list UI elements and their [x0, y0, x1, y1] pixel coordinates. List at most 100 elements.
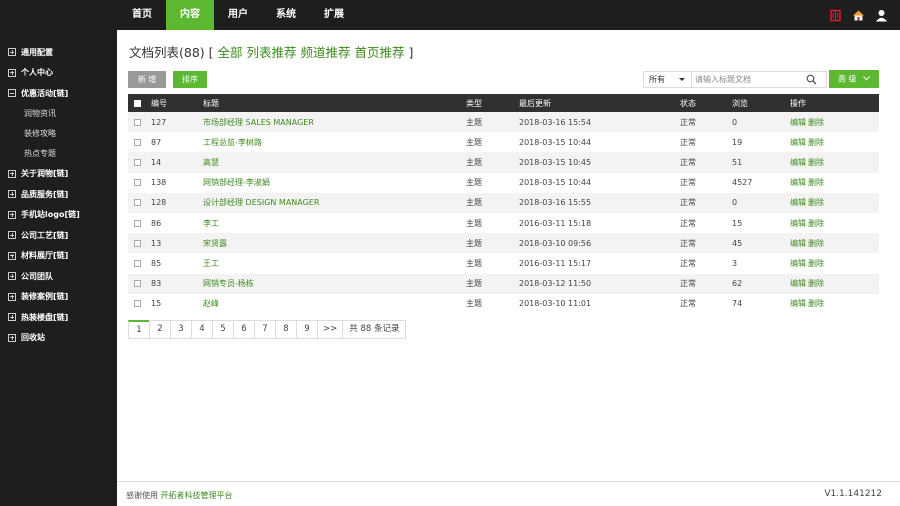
row-checkbox[interactable]: [134, 158, 141, 166]
column-header-title[interactable]: 标题: [203, 94, 466, 112]
row-checkbox[interactable]: [134, 138, 141, 146]
footer-credit-link[interactable]: 开拓者科技管理平台: [161, 491, 233, 500]
edit-link[interactable]: 编辑: [790, 239, 806, 248]
row-title-link[interactable]: 王工: [203, 259, 219, 268]
type-filter-select[interactable]: 所有: [643, 71, 691, 88]
row-views: 4527: [732, 172, 790, 193]
delete-link[interactable]: 删除: [808, 299, 824, 308]
column-header-type[interactable]: 类型: [466, 94, 519, 112]
nav-tab-2[interactable]: 用户: [214, 0, 262, 30]
delete-link[interactable]: 删除: [808, 158, 824, 167]
select-all-checkbox[interactable]: [134, 99, 141, 107]
delete-link[interactable]: 删除: [808, 198, 824, 207]
edit-link[interactable]: 编辑: [790, 198, 806, 207]
column-header-status[interactable]: 状态: [680, 94, 732, 112]
delete-link[interactable]: 删除: [808, 279, 824, 288]
edit-link[interactable]: 编辑: [790, 138, 806, 147]
delete-link[interactable]: 删除: [808, 239, 824, 248]
row-checkbox[interactable]: [134, 300, 141, 308]
sidebar-item-2[interactable]: 优惠活动[链]: [0, 83, 117, 104]
column-header-views[interactable]: 浏览: [732, 94, 790, 112]
row-title-link[interactable]: 赵峰: [203, 299, 219, 308]
sidebar-subitem-2-1[interactable]: 装修攻略: [0, 124, 117, 144]
footer: 感谢使用 开拓者科技管理平台 V1.1.141212: [117, 481, 900, 506]
sidebar-item-7[interactable]: 材料展厅[链]: [0, 246, 117, 267]
page-button-2[interactable]: 2: [149, 320, 171, 339]
delete-link[interactable]: 删除: [808, 138, 824, 147]
user-icon[interactable]: [875, 9, 888, 22]
nav-tab-3[interactable]: 系统: [262, 0, 310, 30]
row-title-link[interactable]: 网销部经理-李淑娟: [203, 178, 270, 187]
sidebar-subitem-2-0[interactable]: 润物资讯: [0, 104, 117, 124]
page-button-1[interactable]: 1: [128, 320, 150, 339]
advanced-search-button[interactable]: 高 级: [829, 70, 879, 88]
sidebar-item-11[interactable]: 回收站: [0, 328, 117, 349]
sidebar-subitem-2-2[interactable]: 热点专题: [0, 144, 117, 164]
delete-link[interactable]: 删除: [808, 118, 824, 127]
edit-link[interactable]: 编辑: [790, 178, 806, 187]
row-checkbox[interactable]: [134, 179, 141, 187]
filter-link-home-recommend[interactable]: 首页推荐: [355, 45, 405, 60]
search-icon[interactable]: [806, 74, 817, 85]
edit-link[interactable]: 编辑: [790, 279, 806, 288]
sidebar-item-9[interactable]: 装修案例[链]: [0, 287, 117, 308]
book-icon[interactable]: [829, 9, 842, 22]
row-checkbox[interactable]: [134, 219, 141, 227]
filter-link-list-recommend[interactable]: 列表推荐: [247, 45, 297, 60]
table-row: 87 工程总监-李树路 主题 2018-03-15 10:44 正常 19 编辑 删除: [128, 132, 879, 153]
edit-link[interactable]: 编辑: [790, 118, 806, 127]
row-checkbox[interactable]: [134, 199, 141, 207]
page-button-4[interactable]: 4: [191, 320, 213, 339]
row-updated: 2018-03-12 11:50: [519, 273, 680, 294]
row-title-link[interactable]: 设计部经理 DESIGN MANAGER: [203, 198, 319, 207]
row-title-link[interactable]: 工程总监-李树路: [203, 138, 262, 147]
edit-link[interactable]: 编辑: [790, 158, 806, 167]
sidebar-item-8[interactable]: 公司团队: [0, 266, 117, 287]
nav-tab-0[interactable]: 首页: [118, 0, 166, 30]
page-button-6[interactable]: 6: [233, 320, 255, 339]
sidebar-item-label: 通用配置: [21, 47, 53, 57]
row-title-link[interactable]: 宋贤露: [203, 239, 227, 248]
row-checkbox[interactable]: [134, 259, 141, 267]
sidebar-item-0[interactable]: 通用配置: [0, 42, 117, 63]
delete-link[interactable]: 删除: [808, 178, 824, 187]
row-type: 主题: [466, 112, 519, 133]
add-button[interactable]: 新 增: [128, 71, 166, 88]
filter-link-channel-recommend[interactable]: 频道推荐: [301, 45, 351, 60]
row-checkbox[interactable]: [134, 118, 141, 126]
row-actions: 编辑 删除: [790, 152, 879, 173]
page-button-9[interactable]: 9: [296, 320, 318, 339]
edit-link[interactable]: 编辑: [790, 259, 806, 268]
sidebar-item-4[interactable]: 品质服务[链]: [0, 184, 117, 205]
page-button-3[interactable]: 3: [170, 320, 192, 339]
page-button-7[interactable]: 7: [254, 320, 276, 339]
delete-link[interactable]: 删除: [808, 259, 824, 268]
sidebar-item-3[interactable]: 关于润物[链]: [0, 164, 117, 185]
top-icons: [829, 0, 888, 30]
column-header-updated[interactable]: 最后更新: [519, 94, 680, 112]
row-title-link[interactable]: 市场部经理 SALES MANAGER: [203, 118, 314, 127]
next-page-button[interactable]: >>: [317, 320, 344, 339]
row-checkbox[interactable]: [134, 239, 141, 247]
page-button-8[interactable]: 8: [275, 320, 297, 339]
edit-link[interactable]: 编辑: [790, 219, 806, 228]
sidebar-item-5[interactable]: 手机站logo[链]: [0, 205, 117, 226]
page-button-5[interactable]: 5: [212, 320, 234, 339]
sidebar-item-10[interactable]: 热装楼盘[链]: [0, 307, 117, 328]
home-icon[interactable]: [852, 9, 865, 22]
row-title-link[interactable]: 网销专员-杨栋: [203, 279, 254, 288]
edit-link[interactable]: 编辑: [790, 299, 806, 308]
sort-button[interactable]: 排序: [173, 71, 207, 88]
nav-tab-1[interactable]: 内容: [166, 0, 214, 30]
row-updated: 2018-03-15 10:44: [519, 172, 680, 193]
row-checkbox[interactable]: [134, 280, 141, 288]
column-header-id[interactable]: 编号: [151, 94, 203, 112]
delete-link[interactable]: 删除: [808, 219, 824, 228]
sidebar-item-1[interactable]: 个人中心: [0, 63, 117, 84]
sidebar-item-label: 公司团队: [21, 271, 53, 281]
sidebar-item-6[interactable]: 公司工艺[链]: [0, 225, 117, 246]
filter-link-all[interactable]: 全部: [218, 45, 243, 60]
row-title-link[interactable]: 李工: [203, 219, 219, 228]
nav-tab-4[interactable]: 扩展: [310, 0, 358, 30]
row-title-link[interactable]: 高慧: [203, 158, 219, 167]
